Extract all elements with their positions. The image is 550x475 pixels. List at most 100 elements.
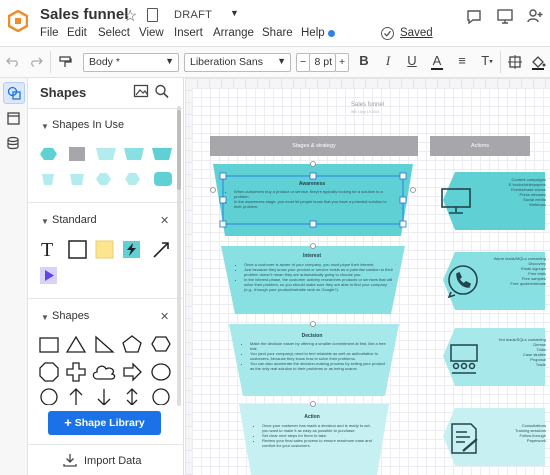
- ellipse-shape-icon[interactable]: [151, 363, 171, 381]
- font-size-increase-button[interactable]: +: [335, 53, 349, 72]
- rectangle-shape-icon[interactable]: [39, 337, 59, 353]
- font-size-decrease-button[interactable]: −: [296, 53, 310, 72]
- right-triangle-shape-icon[interactable]: [95, 335, 115, 353]
- underline-button[interactable]: U: [406, 53, 418, 71]
- stage-title-interest[interactable]: Interest: [212, 253, 412, 259]
- actions-text-interest[interactable]: Warm leads/MQLs contacting Discovery Ema…: [486, 256, 546, 286]
- actions-text-awareness[interactable]: Content campaigns E-books/whitepapers Ev…: [486, 177, 546, 207]
- triangle-shape-icon[interactable]: [65, 335, 87, 353]
- block-arrow-shape-icon[interactable]: [123, 362, 142, 382]
- actions-text-action[interactable]: Consultations Training sessions Follow-t…: [486, 423, 546, 443]
- section-shapes-in-use[interactable]: Shapes In Use: [52, 119, 124, 131]
- shape-grey-square[interactable]: [69, 147, 85, 161]
- shape-hexagon-light-2[interactable]: [125, 173, 140, 185]
- undo-icon[interactable]: [6, 55, 20, 69]
- actions-text-decision[interactable]: Hot leads/SQLs contacting Demos Trials C…: [486, 337, 546, 367]
- stage-bullets-awareness[interactable]: When customers buy a product or service,…: [234, 189, 394, 209]
- stage-title-decision[interactable]: Decision: [212, 333, 412, 339]
- shape-hexagon-light[interactable]: [96, 173, 111, 185]
- rectangle-tool-icon[interactable]: [68, 240, 87, 259]
- section-standard[interactable]: Standard: [52, 214, 97, 226]
- favorite-star-icon[interactable]: ☆: [123, 6, 137, 26]
- close-section-icon[interactable]: ✕: [160, 310, 169, 323]
- text-style-select[interactable]: Body * ▼: [83, 53, 179, 72]
- sticky-note-icon[interactable]: [95, 240, 114, 259]
- hexagon-shape-icon[interactable]: [151, 336, 171, 352]
- fill-color-icon[interactable]: [530, 54, 546, 70]
- menu-help[interactable]: Help: [301, 27, 325, 39]
- shape-trapezoid-small-2[interactable]: [70, 174, 84, 185]
- italic-button[interactable]: I: [383, 53, 393, 71]
- import-data-button[interactable]: Import Data: [84, 455, 141, 467]
- stage-bullets-action[interactable]: Once your customer has made a decision a…: [262, 423, 377, 448]
- app-logo-icon[interactable]: [8, 10, 28, 32]
- chevron-down-icon[interactable]: ▼: [41, 313, 49, 322]
- shape-hexagon-teal[interactable]: [40, 148, 57, 160]
- border-style-icon[interactable]: [508, 55, 522, 69]
- connection-point[interactable]: [210, 187, 216, 193]
- shape-trapezoid-light[interactable]: [96, 148, 116, 160]
- shape-rounded-teal[interactable]: [154, 172, 172, 186]
- arrow-tool-icon[interactable]: [153, 242, 169, 258]
- rail-pages-tab[interactable]: [3, 108, 25, 130]
- shape-library-button[interactable]: + Shape Library: [48, 411, 161, 435]
- chevron-down-icon[interactable]: ▼: [41, 217, 49, 226]
- close-section-icon[interactable]: ✕: [160, 214, 169, 227]
- double-arrow-shape-icon[interactable]: [126, 388, 138, 405]
- present-icon[interactable]: [496, 7, 514, 25]
- stage-title-action[interactable]: Action: [212, 414, 412, 420]
- text-tool-icon[interactable]: T: [41, 239, 53, 261]
- circle-shape-icon[interactable]: [40, 388, 58, 405]
- menu-file[interactable]: File: [40, 27, 59, 39]
- doc-subtitle-text[interactable]: WB | July 19 2021: [351, 110, 379, 114]
- rail-data-tab[interactable]: [3, 133, 25, 155]
- share-icon[interactable]: [526, 7, 544, 25]
- menu-share[interactable]: Share: [262, 27, 293, 39]
- doc-title-text[interactable]: Sales funnel: [351, 102, 384, 108]
- chevron-down-icon[interactable]: ▼: [230, 8, 239, 18]
- section-shapes[interactable]: Shapes: [52, 310, 89, 322]
- menu-edit[interactable]: Edit: [67, 27, 87, 39]
- menu-view[interactable]: View: [139, 27, 164, 39]
- text-color-button[interactable]: A: [431, 53, 443, 71]
- menu-insert[interactable]: Insert: [174, 27, 203, 39]
- stage-bullets-decision[interactable]: Make the decision easier by offering a s…: [250, 341, 390, 371]
- redo-icon[interactable]: [29, 55, 43, 69]
- connection-point[interactable]: [310, 161, 316, 167]
- draft-status[interactable]: DRAFT: [174, 9, 212, 21]
- circle-shape-icon-2[interactable]: [152, 388, 170, 405]
- rail-shapes-tab[interactable]: [3, 82, 25, 104]
- document-title[interactable]: Sales funnel: [40, 6, 128, 23]
- format-painter-icon[interactable]: [58, 55, 72, 69]
- pentagon-shape-icon[interactable]: [122, 335, 142, 353]
- text-options-button[interactable]: T▾: [480, 53, 494, 71]
- connection-point[interactable]: [310, 321, 316, 327]
- bold-button[interactable]: B: [358, 53, 370, 71]
- octagon-shape-icon[interactable]: [39, 362, 59, 382]
- up-arrow-shape-icon[interactable]: [69, 388, 83, 405]
- menu-select[interactable]: Select: [98, 27, 130, 39]
- align-button[interactable]: ≡: [456, 53, 468, 71]
- column-header-stages[interactable]: Stages & strategy: [210, 136, 418, 156]
- font-family-select[interactable]: Liberation Sans ▼: [184, 53, 291, 72]
- cross-shape-icon[interactable]: [66, 362, 86, 382]
- connection-point[interactable]: [410, 187, 416, 193]
- chevron-down-icon[interactable]: ▼: [41, 122, 49, 131]
- menu-arrange[interactable]: Arrange: [213, 27, 254, 39]
- search-icon[interactable]: [154, 84, 170, 99]
- cloud-shape-icon[interactable]: [92, 365, 116, 380]
- connection-point[interactable]: [310, 401, 316, 407]
- stage-bullets-interest[interactable]: Once a customer is aware of your company…: [244, 262, 394, 292]
- comment-icon[interactable]: [465, 8, 483, 26]
- shape-trapezoid-small[interactable]: [42, 174, 54, 185]
- panel-scrollbar-thumb[interactable]: [177, 110, 181, 190]
- saved-status-link[interactable]: Saved: [400, 27, 433, 39]
- down-arrow-shape-icon[interactable]: [97, 389, 111, 405]
- document-icon[interactable]: [147, 8, 158, 22]
- shape-trapezoid-teal[interactable]: [124, 148, 144, 160]
- column-header-actions[interactable]: Actions: [430, 136, 530, 156]
- font-size-input[interactable]: 8 pt: [309, 53, 336, 72]
- stage-title-awareness[interactable]: Awareness: [212, 181, 412, 187]
- connection-point[interactable]: [310, 243, 316, 249]
- import-icon[interactable]: [62, 452, 78, 468]
